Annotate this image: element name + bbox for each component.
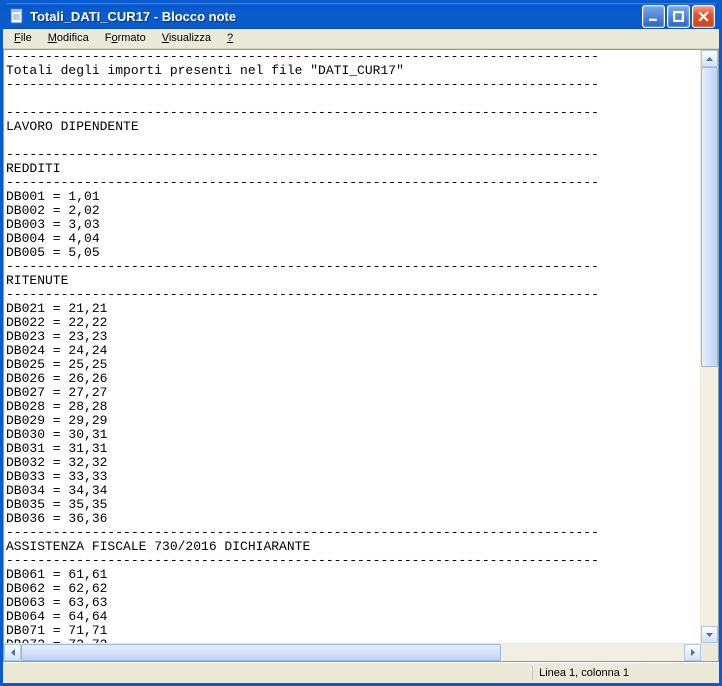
vertical-scroll-thumb[interactable] xyxy=(701,67,718,367)
vertical-scroll-track[interactable] xyxy=(701,67,718,626)
window-inner: File Modifica Formato Visualizza ? -----… xyxy=(3,29,719,683)
menu-visualizza[interactable]: Visualizza xyxy=(155,31,218,45)
title-bar[interactable]: Totali_DATI_CUR17 - Blocco note xyxy=(3,3,719,29)
close-button[interactable] xyxy=(692,5,715,28)
client-area: ----------------------------------------… xyxy=(3,49,719,662)
status-bar: Linea 1, colonna 1 xyxy=(3,662,719,683)
minimize-button[interactable] xyxy=(642,5,665,28)
horizontal-scroll-track[interactable] xyxy=(21,644,684,661)
scroll-up-button[interactable] xyxy=(701,50,718,67)
window-title: Totali_DATI_CUR17 - Blocco note xyxy=(30,9,642,24)
menu-file[interactable]: File xyxy=(7,31,39,45)
window-buttons xyxy=(642,5,715,28)
horizontal-scrollbar[interactable] xyxy=(4,643,718,661)
vertical-scrollbar[interactable] xyxy=(700,50,718,643)
text-wrap: ----------------------------------------… xyxy=(4,50,718,643)
status-caret-position: Linea 1, colonna 1 xyxy=(532,666,689,680)
scroll-down-button[interactable] xyxy=(701,626,718,643)
notepad-window: Totali_DATI_CUR17 - Blocco note File Mod… xyxy=(0,0,722,686)
scroll-left-button[interactable] xyxy=(4,644,21,661)
scroll-corner xyxy=(701,644,718,661)
maximize-button[interactable] xyxy=(667,5,690,28)
scroll-right-button[interactable] xyxy=(684,644,701,661)
menu-modifica[interactable]: Modifica xyxy=(41,31,96,45)
notepad-icon xyxy=(9,8,25,24)
menu-help[interactable]: ? xyxy=(220,31,240,45)
menu-bar: File Modifica Formato Visualizza ? xyxy=(3,29,719,49)
menu-formato[interactable]: Formato xyxy=(98,31,153,45)
horizontal-scroll-thumb[interactable] xyxy=(21,644,501,661)
text-editor[interactable]: ----------------------------------------… xyxy=(4,50,700,643)
